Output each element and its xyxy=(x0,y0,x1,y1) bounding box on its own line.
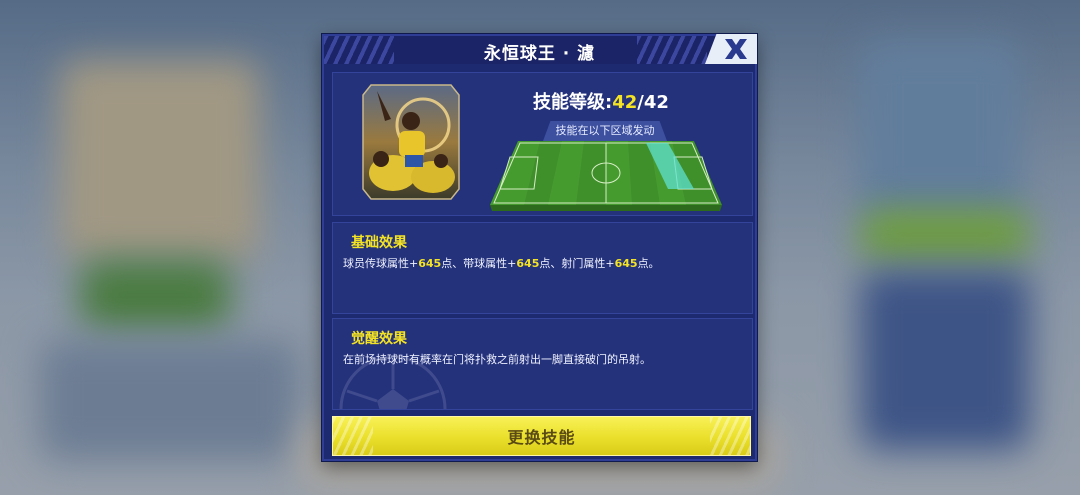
skill-level-max: 42 xyxy=(643,92,669,113)
button-stripes-decoration xyxy=(333,417,373,455)
pitch-zone-diagram xyxy=(490,141,722,211)
dialog-titlebar: 永恒球王 · 濾 xyxy=(324,36,755,64)
effect-text-segment: 点、射门属性+ xyxy=(539,257,615,270)
awaken-effect-title: 觉醒效果 xyxy=(351,331,407,347)
skill-info-panel: 技能等级:42/42 技能在以下区域发动 xyxy=(332,72,753,216)
skill-level-label: 技能等级: xyxy=(533,92,613,113)
change-skill-label: 更换技能 xyxy=(507,428,576,447)
zone-label-tab: 技能在以下区域发动 xyxy=(543,121,667,141)
change-skill-button[interactable]: 更换技能 xyxy=(332,416,751,456)
dialog-title: 永恒球王 · 濾 xyxy=(483,44,596,64)
effect-value: 645 xyxy=(516,257,540,270)
basic-effect-title: 基础效果 xyxy=(351,235,407,251)
skill-dialog: 永恒球王 · 濾 技能等级:42/42 技能在以下区域发动 基础效果 球员传球属… xyxy=(322,34,757,461)
button-stripes-decoration xyxy=(710,417,750,455)
skill-level: 技能等级:42/42 xyxy=(533,88,669,114)
skill-level-current: 42 xyxy=(612,92,638,113)
effect-text-segment: 点。 xyxy=(637,257,660,270)
effect-value: 645 xyxy=(418,257,442,270)
basic-effect-text: 球员传球属性+645点、带球属性+645点、射门属性+645点。 xyxy=(343,255,660,271)
basic-effect-panel: 基础效果 球员传球属性+645点、带球属性+645点、射门属性+645点。 xyxy=(332,222,753,314)
effect-value: 645 xyxy=(614,257,638,270)
awaken-effect-text: 在前场持球时有概率在门将扑救之前射出一脚直接破门的吊射。 xyxy=(343,353,651,366)
awaken-effect-panel: 觉醒效果 在前场持球时有概率在门将扑救之前射出一脚直接破门的吊射。 xyxy=(332,318,753,410)
skill-level-separator: / xyxy=(637,92,644,113)
effect-text-segment: 球员传球属性+ xyxy=(343,257,419,270)
effect-text-segment: 点、带球属性+ xyxy=(441,257,517,270)
player-card-image xyxy=(362,84,460,200)
close-x-icon xyxy=(725,39,747,59)
